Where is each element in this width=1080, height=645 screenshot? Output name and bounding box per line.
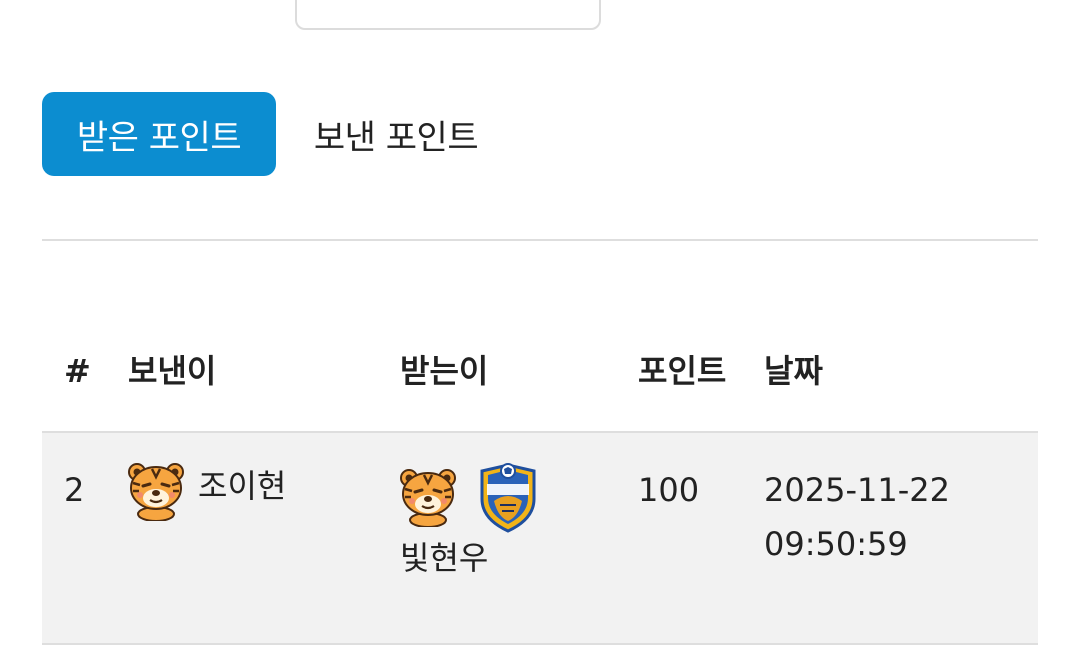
table-row: 2 조이현 빛현우 100 2025-11-22 09:50:59 [42, 432, 1038, 644]
receiver-name[interactable]: 빛현우 [400, 531, 638, 585]
points-table: # 보낸이 받는이 포인트 날짜 2 조이현 빛현우 100 2025-11-2… [42, 239, 1038, 645]
search-input[interactable] [295, 0, 601, 30]
hyundai-team-badge-icon [478, 461, 538, 533]
point-tabs: 받은 포인트 보낸 포인트 [42, 92, 516, 176]
header-receiver: 받는이 [400, 352, 489, 390]
table-header-row: # 보낸이 받는이 포인트 날짜 [42, 240, 1038, 432]
row-date: 2025-11-22 09:50:59 [764, 432, 1038, 644]
header-points: 포인트 [638, 352, 727, 390]
tab-received-points[interactable]: 받은 포인트 [42, 92, 276, 176]
points-value: 100 [638, 471, 700, 509]
row-points: 100 [638, 432, 764, 644]
row-receiver: 빛현우 [400, 432, 638, 644]
date-value: 2025-11-22 [764, 471, 950, 509]
tiger-avatar-icon [400, 467, 456, 528]
time-value: 09:50:59 [764, 525, 908, 563]
row-sender: 조이현 [128, 432, 400, 644]
tab-sent-points[interactable]: 보낸 포인트 [276, 92, 516, 176]
header-date: 날짜 [764, 352, 823, 390]
header-number: # [64, 352, 91, 390]
sender-name[interactable]: 조이현 [198, 461, 286, 511]
tiger-avatar-icon [128, 461, 184, 522]
header-sender: 보낸이 [128, 352, 217, 390]
row-number: 2 [64, 471, 85, 509]
